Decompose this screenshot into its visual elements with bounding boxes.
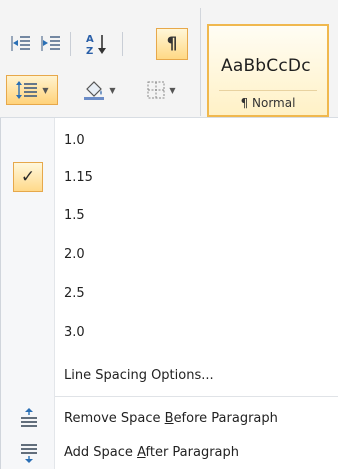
decrease-indent-icon [11,36,30,51]
line-spacing-button[interactable]: ▼ [6,75,58,105]
menu-item-label: Line Spacing Options... [64,367,214,383]
menu-item-add-space-after[interactable]: Add Space After Paragraph [1,433,338,469]
menu-item-label: 2.5 [64,285,85,301]
menu-item-label: 1.15 [64,169,93,185]
menu-item-1-0[interactable]: 1.0 [1,121,338,159]
borders-grid-icon [147,81,165,99]
increase-indent-button[interactable] [38,32,64,56]
style-normal-card[interactable]: AaBbCcDc ¶ Normal [207,24,329,117]
svg-text:A: A [86,34,94,45]
group-divider [200,8,201,116]
sort-button[interactable]: A Z [80,30,114,58]
toolbar-separator [122,32,123,56]
chevron-down-icon: ▼ [42,85,49,95]
style-name-label: ¶ Normal [219,90,317,114]
menu-item-label: Remove Space Before Paragraph [64,410,278,426]
shading-button[interactable]: ▼ [70,76,128,104]
menu-item-2-5[interactable]: 2.5 [1,274,338,312]
remove-space-before-icon [21,408,37,427]
svg-text:Z: Z [86,46,93,56]
chevron-down-icon: ▼ [109,85,116,95]
menu-item-1-15[interactable]: ✓ 1.15 [1,158,338,196]
menu-item-3-0[interactable]: 3.0 [1,313,338,351]
menu-item-label: Add Space After Paragraph [64,444,240,460]
ribbon-paragraph-group: A Z ¶ ▼ ▼ ▼ AaBbCcDc ¶ Normal [0,0,338,118]
menu-item-1-5[interactable]: 1.5 [1,196,338,234]
menu-item-label: 3.0 [64,324,85,340]
menu-item-label: 1.0 [64,132,85,148]
menu-separator [55,396,338,397]
sort-az-icon: A Z [86,34,106,56]
add-space-after-icon [21,444,37,463]
menu-item-label: 1.5 [64,207,85,223]
checkmark-icon: ✓ [13,162,43,192]
style-sample-text: AaBbCcDc [221,56,311,76]
show-hide-formatting-button[interactable]: ¶ [156,28,188,60]
borders-button[interactable]: ▼ [135,76,187,104]
paint-bucket-icon [84,81,105,100]
toolbar-separator [70,32,71,56]
menu-item-2-0[interactable]: 2.0 [1,235,338,273]
menu-item-remove-space-before[interactable]: Remove Space Before Paragraph [1,399,338,437]
decrease-indent-button[interactable] [8,32,34,56]
menu-item-label: 2.0 [64,246,85,262]
menu-item-line-spacing-options[interactable]: Line Spacing Options... [1,356,338,394]
increase-indent-icon [41,36,60,51]
pilcrow-icon: ¶ [166,34,178,54]
chevron-down-icon: ▼ [169,85,176,95]
line-spacing-menu: 1.0 ✓ 1.15 1.5 2.0 2.5 3.0 Line Spacing … [0,118,338,469]
line-spacing-icon [16,81,38,99]
